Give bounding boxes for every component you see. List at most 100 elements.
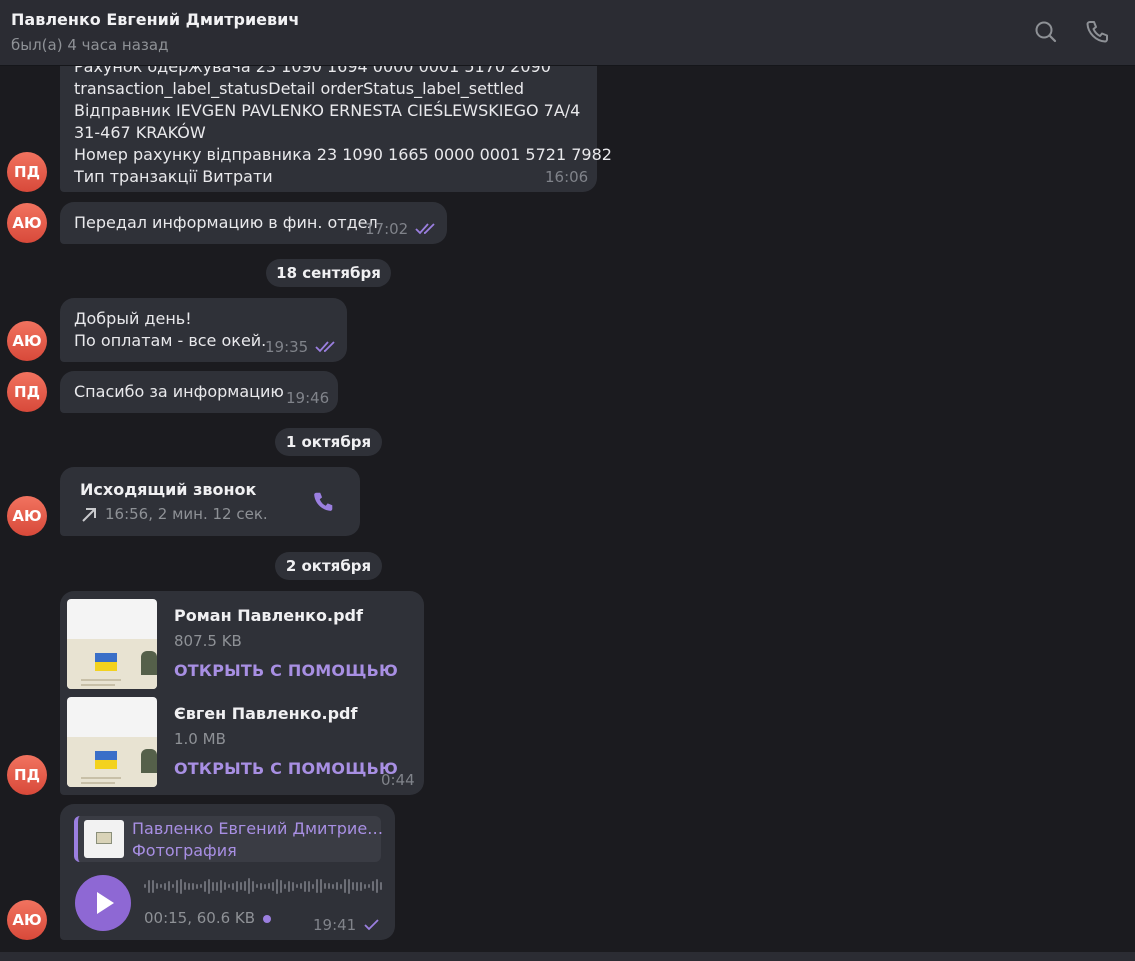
call-title: Исходящий звонок — [80, 480, 257, 499]
open-with-button[interactable]: ОТКРЫТЬ С ПОМОЩЬЮ — [174, 661, 398, 680]
waveform-bar — [152, 879, 154, 893]
waveform-bar — [344, 879, 346, 893]
message-bubble[interactable]: Рахунок одержувача 23 1090 1694 0000 000… — [60, 66, 612, 192]
message-text: Передал информацию в фин. отдел — [74, 213, 378, 232]
waveform-bar — [236, 880, 238, 892]
waveform-bar — [296, 884, 298, 888]
contact-name[interactable]: Павленко Евгений Дмитриевич — [11, 10, 299, 29]
waveform-bar — [292, 881, 294, 891]
message-bubble[interactable]: Добрый день! По оплатам - все окей. 19:3… — [60, 298, 347, 362]
message-time: 19:35 — [265, 338, 309, 356]
voice-waveform[interactable] — [144, 875, 382, 897]
waveform-bar — [212, 881, 214, 891]
waveform-bar — [280, 879, 282, 893]
waveform-bar — [160, 884, 162, 888]
message-list[interactable]: Рахунок одержувача 23 1090 1694 0000 000… — [0, 66, 1135, 952]
avatar[interactable]: АЮ — [7, 321, 47, 361]
avatar[interactable]: АЮ — [7, 496, 47, 536]
avatar[interactable]: АЮ — [7, 900, 47, 940]
waveform-bar — [220, 879, 222, 893]
file-size: 807.5 KB — [174, 632, 242, 650]
waveform-bar — [360, 881, 362, 891]
waveform-bar — [176, 879, 178, 893]
waveform-bar — [272, 881, 274, 891]
waveform-bar — [332, 883, 334, 889]
phone-call-icon[interactable] — [310, 489, 336, 515]
waveform-bar — [260, 882, 262, 890]
waveform-bar — [172, 884, 174, 888]
waveform-bar — [200, 884, 202, 888]
waveform-bar — [164, 882, 166, 890]
waveform-bar — [208, 878, 210, 894]
voice-message: Павленко Евгений Дмитрие… Фотография 00:… — [60, 804, 395, 940]
waveform-bar — [216, 881, 218, 891]
date-separator: 18 сентября — [266, 259, 391, 287]
avatar[interactable]: АЮ — [7, 203, 47, 243]
waveform-bar — [320, 879, 322, 893]
waveform-bar — [336, 882, 338, 890]
message-time: 17:02 — [365, 220, 409, 238]
avatar[interactable]: ПД — [7, 372, 47, 412]
waveform-bar — [328, 883, 330, 889]
message-time: 19:41 — [313, 916, 357, 934]
waveform-bar — [352, 882, 354, 890]
waveform-bar — [364, 883, 366, 889]
waveform-bar — [300, 883, 302, 889]
waveform-bar — [252, 880, 254, 892]
waveform-bar — [148, 879, 150, 893]
waveform-bar — [316, 879, 318, 893]
reply-type: Фотография — [132, 841, 237, 860]
reply-thumbnail — [84, 820, 124, 858]
play-icon — [97, 892, 114, 914]
reply-preview[interactable]: Павленко Евгений Дмитрие… Фотография — [74, 816, 384, 862]
open-with-button[interactable]: ОТКРЫТЬ С ПОМОЩЬЮ — [174, 759, 398, 778]
unplayed-dot — [263, 914, 272, 923]
message-text-line: transaction_label_statusDetail orderStat… — [74, 79, 524, 98]
waveform-bar — [276, 878, 278, 894]
composer-bar-edge — [0, 952, 1135, 961]
avatar[interactable]: ПД — [7, 152, 47, 192]
outgoing-arrow-icon — [82, 508, 96, 522]
message-bubble[interactable]: Спасибо за информацию 19:46 — [60, 371, 338, 413]
waveform-bar — [340, 883, 342, 889]
waveform-bar — [168, 881, 170, 891]
message-time: 0:44 — [381, 771, 415, 789]
voice-meta: 00:15, 60.6 KB — [144, 909, 272, 927]
file-thumbnail[interactable] — [67, 697, 157, 787]
date-separator: 2 октября — [275, 552, 382, 580]
file-thumbnail[interactable] — [67, 599, 157, 689]
waveform-bar — [156, 883, 158, 889]
waveform-bar — [288, 880, 290, 892]
search-icon[interactable] — [1032, 18, 1060, 46]
message-bubble[interactable]: Передал информацию в фин. отдел 17:02 — [60, 202, 447, 244]
waveform-bar — [204, 880, 206, 892]
avatar[interactable]: ПД — [7, 755, 47, 795]
waveform-bar — [348, 878, 350, 894]
reply-author: Павленко Евгений Дмитрие… — [132, 819, 384, 838]
waveform-bar — [372, 881, 374, 891]
call-details: 16:56, 2 мин. 12 сек. — [105, 505, 268, 523]
play-button[interactable] — [75, 875, 131, 931]
message-text-line: По оплатам - все окей. — [74, 331, 267, 350]
phone-icon[interactable] — [1083, 18, 1111, 46]
message-text-line: Номер рахунку відправника 23 1090 1665 0… — [74, 145, 612, 164]
waveform-bar — [324, 883, 326, 889]
date-separator: 1 октября — [275, 428, 382, 456]
waveform-bar — [248, 878, 250, 894]
waveform-bar — [304, 880, 306, 892]
waveform-bar — [312, 883, 314, 889]
file-name[interactable]: Роман Павленко.pdf — [174, 606, 363, 625]
file-name[interactable]: Євген Павленко.pdf — [174, 704, 357, 723]
message-text-line: 31-467 KRAKÓW — [74, 123, 206, 142]
waveform-bar — [256, 884, 258, 888]
waveform-bar — [232, 882, 234, 890]
waveform-bar — [376, 879, 378, 893]
message-time: 16:06 — [545, 168, 589, 186]
waveform-bar — [224, 882, 226, 890]
read-ticks-icon — [315, 341, 335, 353]
waveform-bar — [188, 882, 190, 890]
waveform-bar — [192, 882, 194, 890]
waveform-bar — [380, 882, 382, 890]
message-text-line: Тип транзакції Витрати — [74, 167, 273, 186]
call-message[interactable]: Исходящий звонок 16:56, 2 мин. 12 сек. — [60, 467, 360, 536]
